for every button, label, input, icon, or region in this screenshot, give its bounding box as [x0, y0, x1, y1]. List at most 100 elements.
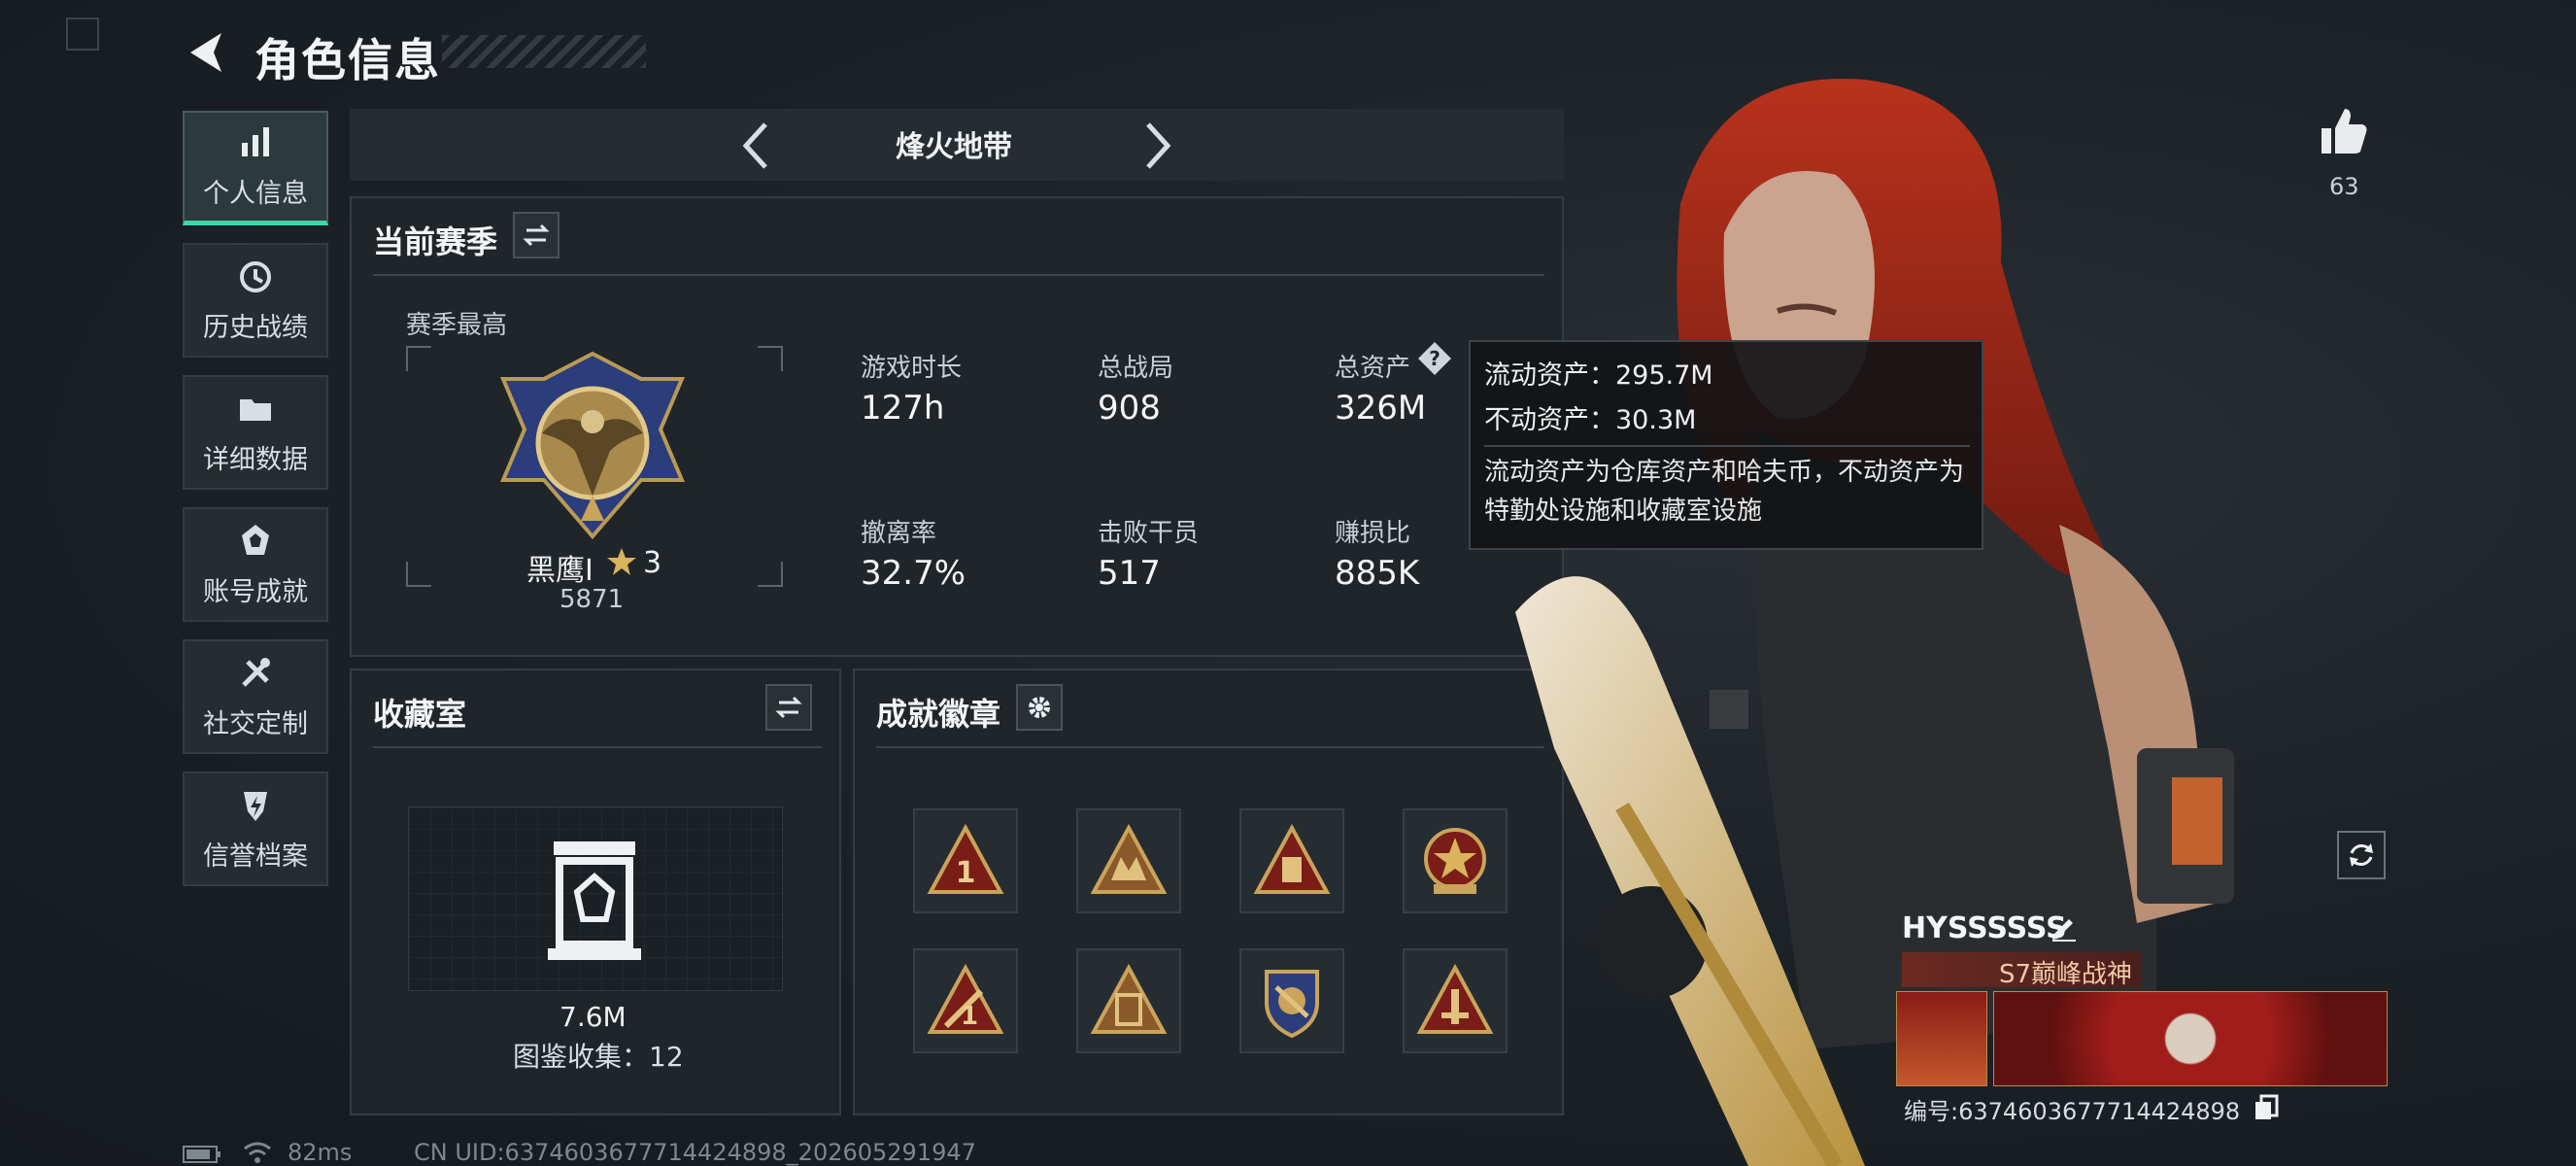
uid-text: CN UID:6374603677714424898_202605291947 — [414, 1139, 976, 1166]
rank-emblem-icon — [499, 351, 686, 540]
season-best-label: 赛季最高 — [406, 311, 508, 340]
battery-icon — [183, 1146, 220, 1163]
back-arrow-icon[interactable] — [183, 27, 233, 78]
likes-count: 63 — [2329, 173, 2359, 200]
rank-stars: 3 — [643, 546, 662, 580]
badges-settings-button[interactable] — [1016, 684, 1063, 731]
thumbs-up-icon[interactable] — [2316, 105, 2370, 159]
stat-label: 撤离率 — [861, 519, 937, 548]
stat-value: 326M — [1335, 389, 1427, 428]
sidebar-item-label: 账号成就 — [203, 576, 308, 607]
collection-value: 7.6M — [559, 1001, 627, 1033]
frame-corner — [406, 562, 431, 587]
copy-icon[interactable] — [2254, 1094, 2279, 1121]
player-name: HYSSSSSS — [1902, 911, 2067, 945]
swap-icon — [523, 223, 550, 247]
tooltip-fixed-assets: 不动资产：30.3M — [1484, 405, 1697, 435]
frame-corner — [758, 346, 783, 371]
title-decoration — [442, 35, 646, 68]
achievement-badge[interactable]: 1 — [913, 808, 1018, 913]
badge-triangle-icon — [1090, 823, 1168, 894]
edit-pencil-icon[interactable] — [2050, 913, 2079, 943]
stat-value: 127h — [861, 389, 945, 428]
rank-points: 5871 — [559, 585, 625, 614]
season-title: 当前赛季 — [373, 223, 498, 260]
achievement-badge[interactable] — [1076, 808, 1181, 913]
stat-label: 总资产 — [1335, 354, 1411, 383]
achievement-badge[interactable] — [1239, 808, 1344, 913]
tools-icon — [242, 657, 270, 687]
divider — [373, 746, 822, 748]
stat-label: 击败干员 — [1098, 519, 1200, 548]
frame-corner — [758, 562, 783, 587]
ping-text: 82ms — [288, 1139, 353, 1166]
rank-name: 黑鹰I — [526, 554, 593, 588]
star-icon — [607, 548, 636, 575]
tooltip-liquid-assets: 流动资产：295.7M — [1484, 360, 1713, 391]
refresh-button[interactable] — [2337, 831, 2386, 879]
corner-frame — [66, 17, 99, 51]
stat-value: 32.7% — [861, 554, 966, 593]
stat-label: 总战局 — [1098, 354, 1174, 383]
season-switch-button[interactable] — [513, 212, 559, 258]
sidebar-item-label: 详细数据 — [203, 444, 308, 475]
bar-chart-icon — [242, 127, 269, 156]
wifi-icon — [244, 1142, 271, 1163]
sidebar-item-label: 历史战绩 — [203, 312, 308, 343]
badge-triangle-icon: 1 — [927, 823, 1004, 894]
chevron-right-icon[interactable] — [1138, 119, 1177, 173]
badges-title: 成就徽章 — [876, 696, 1001, 733]
sidebar-item-social[interactable]: 社交定制 — [183, 639, 328, 754]
collection-switch-button[interactable] — [765, 684, 812, 731]
mode-label: 烽火地带 — [896, 130, 1012, 164]
divider — [876, 746, 1544, 748]
svg-text:1: 1 — [956, 856, 976, 890]
asset-tooltip: 流动资产：295.7M 不动资产：30.3M 流动资产为仓库资产和哈夫币，不动资… — [1469, 340, 1983, 550]
stat-value: 908 — [1098, 389, 1161, 428]
achievement-badge[interactable] — [1403, 808, 1508, 913]
badge-triangle-icon — [1090, 963, 1168, 1034]
collection-count: 图鉴收集：12 — [513, 1041, 684, 1073]
folder-icon — [240, 398, 271, 421]
help-icon[interactable]: ? — [1416, 340, 1453, 377]
sidebar-item-history[interactable]: 历史战绩 — [183, 243, 328, 358]
refresh-icon — [2350, 843, 2373, 867]
stat-value: 517 — [1098, 554, 1161, 593]
svg-text:?: ? — [1429, 347, 1441, 370]
achievement-icon — [242, 524, 269, 555]
sidebar-item-label: 信誉档案 — [203, 840, 308, 872]
player-id: 编号:6374603677714424898 — [1904, 1098, 2241, 1125]
collection-title: 收藏室 — [373, 696, 467, 733]
achievement-badge[interactable] — [1403, 948, 1508, 1053]
tooltip-description: 流动资产为仓库资产和哈夫币，不动资产为特勤处设施和收藏室设施 — [1484, 458, 1965, 526]
badge-shield-icon — [1265, 970, 1319, 1039]
chevron-left-icon[interactable] — [736, 119, 775, 173]
sidebar-item-reputation[interactable]: 信誉档案 — [183, 772, 328, 886]
svg-text:1: 1 — [961, 1002, 978, 1031]
achievement-badge[interactable] — [1076, 948, 1181, 1053]
sidebar-item-label: 个人信息 — [203, 179, 308, 209]
achievement-badge[interactable] — [1239, 948, 1344, 1053]
sidebar-item-achievements[interactable]: 账号成就 — [183, 507, 328, 622]
sidebar-item-detail-data[interactable]: 详细数据 — [183, 375, 328, 490]
stat-value: 885K — [1335, 554, 1420, 593]
vault-icon — [548, 841, 641, 960]
badge-star-icon — [1424, 828, 1486, 894]
stat-label: 赚损比 — [1335, 519, 1411, 548]
achievement-badge[interactable]: 1 — [913, 948, 1018, 1053]
name-card-banner — [1993, 991, 2388, 1086]
sidebar-item-label: 社交定制 — [203, 708, 308, 739]
title-tag-text: S7巅峰战神 — [1999, 960, 2133, 989]
history-clock-icon — [240, 260, 271, 292]
page-title: 角色信息 — [254, 34, 441, 86]
badge-triangle-icon — [1416, 963, 1494, 1034]
frame-corner — [406, 346, 431, 371]
swap-icon — [775, 696, 802, 719]
badge-triangle-icon — [1253, 823, 1331, 894]
sidebar-item-personal-info[interactable]: 个人信息 — [183, 111, 328, 225]
gear-icon — [1029, 697, 1050, 718]
badge-triangle-icon: 1 — [927, 963, 1004, 1034]
shield-icon — [244, 791, 267, 821]
divider — [373, 274, 1544, 276]
name-card-icon — [1896, 991, 1987, 1086]
